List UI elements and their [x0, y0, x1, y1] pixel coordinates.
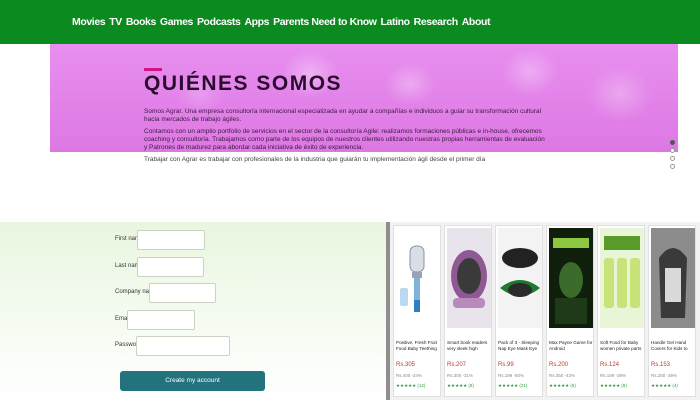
- product-rating: ★★★★★ (12): [396, 383, 426, 388]
- product-old-price: Rs.250 -39%: [651, 373, 678, 378]
- carousel-dots: [670, 140, 676, 169]
- nav-research[interactable]: Research: [414, 16, 458, 28]
- product-price: Rs.207: [447, 362, 467, 368]
- product-title: Handle Gel Hand Covers for Kids to Wash …: [651, 340, 688, 351]
- product-title: Soft Food for Baby women private parts p…: [600, 340, 642, 351]
- company-field[interactable]: [149, 283, 216, 303]
- title-accent-bar: [144, 68, 162, 71]
- product-image-max-payne: [549, 228, 593, 328]
- product-price: Rs.99: [498, 362, 514, 368]
- carousel-dot[interactable]: [670, 140, 675, 145]
- product-title: Smart book readers very sleek high quali…: [447, 340, 488, 351]
- nav-books[interactable]: Books: [126, 16, 156, 28]
- product-title: Positive, Fresh Fruit Food Baby Teething…: [396, 340, 437, 351]
- last-name-field[interactable]: [137, 257, 204, 277]
- product-image-feeder: [396, 228, 440, 328]
- nav-apps[interactable]: Apps: [244, 16, 269, 28]
- hero-paragraph-2c: y Patrones de madurez para abordar cada …: [144, 144, 364, 151]
- product-rating: ★★★★★ (4): [651, 383, 678, 388]
- create-account-button[interactable]: Create my account: [120, 371, 265, 391]
- product-price: Rs.200: [549, 362, 569, 368]
- page: Movies TV Books Games Podcasts Apps Pare…: [0, 0, 700, 400]
- product-image-eye-mask: [498, 228, 542, 328]
- carousel-dot[interactable]: [670, 156, 675, 161]
- product-title: Max Payne Game for Android Smartphones..…: [549, 340, 593, 351]
- product-old-price: Rs.350 -43%: [549, 373, 576, 378]
- nav-games[interactable]: Games: [160, 16, 193, 28]
- product-image-soft-food: [600, 228, 644, 328]
- hero-paragraph-3: Trabajar con Agrar es trabajar con profe…: [144, 156, 486, 163]
- nav-parents[interactable]: Parents Need to Know: [273, 16, 377, 28]
- email-field[interactable]: [127, 310, 195, 330]
- product-card[interactable]: Soft Food for Baby women private parts p…: [597, 225, 645, 397]
- product-price: Rs.153: [651, 362, 671, 368]
- product-old-price: Rs.400 -24%: [396, 373, 423, 378]
- signup-form: First name Last name Company name Email …: [0, 222, 386, 400]
- nav-about[interactable]: About: [462, 16, 491, 28]
- carousel-dot[interactable]: [670, 148, 675, 153]
- product-rating: ★★★★★ (8): [447, 383, 474, 388]
- nav-latino[interactable]: Latino: [381, 16, 411, 28]
- nav-podcasts[interactable]: Podcasts: [197, 16, 241, 28]
- product-card[interactable]: Smart book readers very sleek high quali…: [444, 225, 492, 397]
- product-image-hand-covers: [651, 228, 695, 328]
- product-card[interactable]: Handle Gel Hand Covers for Kids to Wash …: [648, 225, 696, 397]
- hero-paragraph-1: Somos Agrar. Una empresa consultoría int…: [144, 108, 542, 115]
- hero-paragraph-2b: coaching y consultoría. Trabajamos como …: [144, 136, 545, 143]
- product-title: Pack of 3 - Sleeping Nap Eye Mask Eye Sh…: [498, 340, 540, 351]
- product-rating: ★★★★★ (9): [600, 383, 627, 388]
- hero-paragraph-1b: hacia mercados de trabajo ágiles.: [144, 116, 242, 123]
- product-old-price: Rs.199 -38%: [600, 373, 627, 378]
- product-card[interactable]: Max Payne Game for Android Smartphones..…: [546, 225, 594, 397]
- nav-movies[interactable]: Movies: [72, 16, 106, 28]
- product-rating: ★★★★★ (5): [549, 383, 576, 388]
- product-price: Rs.305: [396, 362, 416, 368]
- product-image-book-readers: [447, 228, 491, 328]
- hero-paragraph-2: Contamos con un amplio portfolio de serv…: [144, 128, 542, 135]
- hero-title: QUIÉNES SOMOS: [144, 72, 343, 95]
- product-card[interactable]: Pack of 3 - Sleeping Nap Eye Mask Eye Sh…: [495, 225, 543, 397]
- product-price: Rs.124: [600, 362, 620, 368]
- top-navigation: Movies TV Books Games Podcasts Apps Pare…: [0, 0, 700, 44]
- product-rating: ★★★★★ (21): [498, 383, 528, 388]
- product-old-price: Rs.300 -31%: [447, 373, 474, 378]
- product-card[interactable]: Positive, Fresh Fruit Food Baby Teething…: [393, 225, 441, 397]
- product-old-price: Rs.199 -50%: [498, 373, 525, 378]
- first-name-field[interactable]: [137, 230, 205, 250]
- password-field[interactable]: [136, 336, 230, 356]
- nav-tv[interactable]: TV: [109, 16, 122, 28]
- carousel-dot[interactable]: [670, 164, 675, 169]
- product-list: Positive, Fresh Fruit Food Baby Teething…: [390, 222, 700, 400]
